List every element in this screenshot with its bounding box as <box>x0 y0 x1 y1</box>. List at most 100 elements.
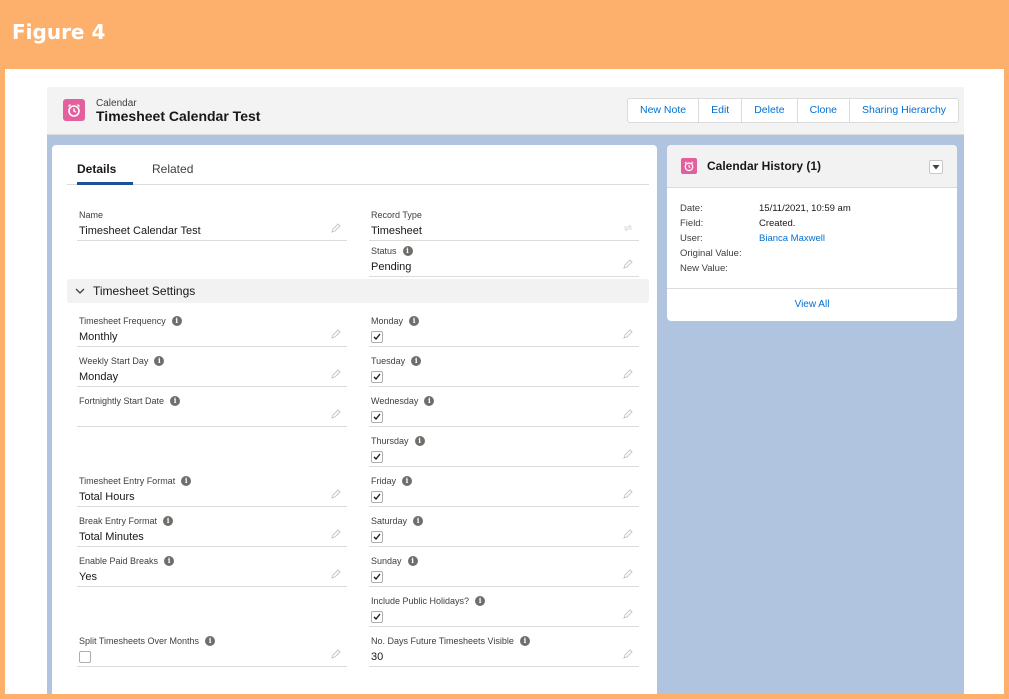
active-tab-indicator <box>77 182 133 185</box>
tab-related[interactable]: Related <box>152 162 193 176</box>
pencil-icon[interactable] <box>623 569 633 579</box>
field-value: Total Hours <box>79 491 135 503</box>
pencil-icon[interactable] <box>623 329 633 339</box>
field-label: Sunday i <box>371 556 418 566</box>
field-label: Friday i <box>371 476 413 486</box>
field-no-days-future-timesheets-visible: No. Days Future Timesheets Visible i 30 <box>369 631 639 667</box>
info-icon[interactable]: i <box>414 436 425 446</box>
field-break-entry-format: Break Entry Format i Total Minutes <box>77 511 347 547</box>
field-record-type: Record Type Timesheet <box>369 205 639 241</box>
pencil-icon[interactable] <box>623 489 633 499</box>
info-icon[interactable]: i <box>424 396 435 406</box>
info-icon[interactable]: i <box>402 476 413 486</box>
pencil-icon[interactable] <box>331 409 341 419</box>
info-icon[interactable]: i <box>409 316 420 326</box>
record-header: Calendar Timesheet Calendar Test New Not… <box>47 87 964 135</box>
sharing-hierarchy-button[interactable]: Sharing Hierarchy <box>850 99 958 122</box>
checkmark-icon <box>373 613 381 621</box>
field-label: Saturday i <box>371 516 424 526</box>
info-icon[interactable]: i <box>170 396 181 406</box>
pencil-icon[interactable] <box>623 449 633 459</box>
info-icon[interactable]: i <box>205 636 216 646</box>
new-note-button[interactable]: New Note <box>628 99 700 122</box>
history-dropdown-button[interactable] <box>929 160 943 174</box>
checked-checkbox[interactable] <box>371 331 383 343</box>
field-saturday: Saturday i <box>369 511 639 547</box>
pencil-icon[interactable] <box>623 369 633 379</box>
checkmark-icon <box>373 413 381 421</box>
info-icon[interactable]: i <box>171 316 182 326</box>
checked-checkbox[interactable] <box>371 451 383 463</box>
pencil-icon[interactable] <box>331 223 341 233</box>
checkmark-icon <box>373 373 381 381</box>
figure-frame: Calendar Timesheet Calendar Test New Not… <box>5 69 1004 694</box>
pencil-icon[interactable] <box>331 569 341 579</box>
history-label: Date: <box>680 203 703 214</box>
field-value: Yes <box>79 571 97 583</box>
field-label: Enable Paid Breaks i <box>79 556 175 566</box>
checked-checkbox[interactable] <box>371 571 383 583</box>
field-label: Fortnightly Start Date i <box>79 396 181 406</box>
view-all-link[interactable]: View All <box>667 299 957 310</box>
field-value: 30 <box>371 651 384 663</box>
info-icon[interactable]: i <box>413 516 424 526</box>
history-user-link[interactable]: Bianca Maxwell <box>759 233 825 244</box>
section-timesheet-settings[interactable]: Timesheet Settings <box>67 279 649 303</box>
pencil-icon[interactable] <box>331 329 341 339</box>
unchecked-checkbox[interactable] <box>79 651 91 663</box>
pencil-icon[interactable] <box>623 529 633 539</box>
calendar-history-card: Calendar History (1) Date: 15/11/2021, 1… <box>667 145 957 321</box>
info-icon[interactable]: i <box>411 356 422 366</box>
checked-checkbox[interactable] <box>371 411 383 423</box>
field-value: Monthly <box>79 331 118 343</box>
checked-checkbox[interactable] <box>371 371 383 383</box>
field-tuesday: Tuesday i <box>369 351 639 387</box>
checkmark-icon <box>373 533 381 541</box>
tab-details[interactable]: Details <box>77 162 116 176</box>
history-label: Field: <box>680 218 704 229</box>
pencil-icon[interactable] <box>331 649 341 659</box>
pencil-icon[interactable] <box>623 259 633 269</box>
field-label: Wednesday i <box>371 396 435 406</box>
alarm-clock-icon <box>681 158 697 174</box>
info-icon[interactable]: i <box>154 356 165 366</box>
pencil-icon[interactable] <box>331 489 341 499</box>
info-icon[interactable]: i <box>475 596 486 606</box>
field-timesheet-frequency: Timesheet Frequency i Monthly <box>77 311 347 347</box>
field-value: Timesheet <box>371 225 422 237</box>
field-value: Total Minutes <box>79 531 144 543</box>
checkmark-icon <box>373 333 381 341</box>
pencil-icon[interactable] <box>623 649 633 659</box>
field-include-public-holidays: Include Public Holidays? i <box>369 591 639 627</box>
delete-button[interactable]: Delete <box>742 99 798 122</box>
pencil-icon[interactable] <box>623 409 633 419</box>
history-label: User: <box>680 233 703 244</box>
history-card-title[interactable]: Calendar History (1) <box>707 159 821 173</box>
pencil-icon[interactable] <box>331 529 341 539</box>
field-value: Pending <box>371 261 412 273</box>
info-icon[interactable]: i <box>163 516 174 526</box>
info-icon[interactable]: i <box>164 556 175 566</box>
clone-button[interactable]: Clone <box>798 99 850 122</box>
edit-button[interactable]: Edit <box>699 99 743 122</box>
checked-checkbox[interactable] <box>371 611 383 623</box>
field-label: Name <box>79 210 104 220</box>
info-icon[interactable]: i <box>181 476 192 486</box>
field-label: Status i <box>371 246 413 256</box>
change-record-type-icon[interactable] <box>623 223 633 233</box>
checked-checkbox[interactable] <box>371 531 383 543</box>
pencil-icon[interactable] <box>331 369 341 379</box>
field-label: Monday i <box>371 316 420 326</box>
action-button-group: New Note Edit Delete Clone Sharing Hiera… <box>627 98 960 123</box>
pencil-icon[interactable] <box>623 609 633 619</box>
field-wednesday: Wednesday i <box>369 391 639 427</box>
caret-down-icon <box>932 165 940 170</box>
field-label: Timesheet Entry Format i <box>79 476 192 486</box>
checked-checkbox[interactable] <box>371 491 383 503</box>
field-label: Tuesday i <box>371 356 422 366</box>
record-title: Timesheet Calendar Test <box>96 108 261 124</box>
info-icon[interactable]: i <box>407 556 418 566</box>
history-label: Original Value: <box>680 248 742 259</box>
info-icon[interactable]: i <box>519 636 530 646</box>
info-icon[interactable]: i <box>402 246 413 256</box>
